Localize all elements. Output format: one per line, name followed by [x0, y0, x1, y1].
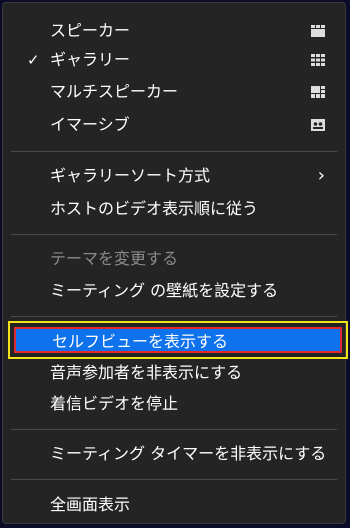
speaker-view-icon	[311, 25, 325, 37]
menu-item-hide-audio-participants[interactable]: 音声参加者を非表示にする	[3, 360, 345, 386]
menu-divider	[11, 234, 337, 235]
immersive-view-icon	[311, 119, 325, 131]
menu-item-label: 着信ビデオを停止	[50, 394, 179, 413]
menu-item-immersive[interactable]: イマーシブ	[3, 112, 345, 138]
menu-divider	[11, 479, 337, 480]
gallery-view-icon	[311, 54, 325, 66]
chevron-right-icon: ›	[317, 165, 325, 186]
menu-item-label: ギャラリーソート方式	[50, 166, 211, 185]
menu-item-fullscreen[interactable]: 全画面表示	[3, 492, 345, 518]
menu-item-set-wallpaper[interactable]: ミーティング の壁紙を設定する	[3, 278, 345, 304]
menu-item-speaker[interactable]: スピーカー	[3, 18, 345, 44]
menu-item-label: ホストのビデオ表示順に従う	[50, 199, 259, 218]
menu-item-label: ミーティング タイマーを非表示にする	[50, 444, 327, 463]
highlight-frame: セルフビューを表示する	[8, 321, 348, 359]
menu-item-hide-meeting-timer[interactable]: ミーティング タイマーを非表示にする	[3, 441, 345, 467]
menu-item-label: ミーティング の壁紙を設定する	[50, 281, 279, 300]
menu-item-gallery-sort[interactable]: ギャラリーソート方式 ›	[3, 163, 345, 189]
menu-divider	[11, 429, 337, 430]
menu-item-follow-host-order[interactable]: ホストのビデオ表示順に従う	[3, 196, 345, 222]
menu-item-label: セルフビューを表示する	[52, 332, 229, 351]
menu-item-gallery[interactable]: ✓ ギャラリー	[3, 47, 345, 73]
check-icon: ✓	[27, 51, 40, 69]
menu-item-label: ギャラリー	[50, 50, 131, 69]
menu-item-multi-speaker[interactable]: マルチスピーカー	[3, 79, 345, 105]
menu-item-label: イマーシブ	[50, 115, 130, 134]
menu-item-label: 全画面表示	[50, 495, 131, 514]
menu-item-label: マルチスピーカー	[50, 82, 179, 101]
menu-divider	[11, 151, 337, 152]
view-menu: スピーカー ✓ ギャラリー マルチスピーカー イマーシブ ギャラリーソート方式 …	[2, 2, 348, 524]
menu-item-label: テーマを変更する	[50, 249, 179, 268]
menu-divider	[11, 316, 337, 317]
menu-item-change-theme: テーマを変更する	[3, 246, 345, 272]
menu-item-label: 音声参加者を非表示にする	[50, 363, 243, 382]
multi-speaker-view-icon	[311, 86, 325, 98]
menu-item-stop-incoming-video[interactable]: 着信ビデオを停止	[3, 391, 345, 417]
menu-item-label: スピーカー	[50, 21, 131, 40]
menu-item-show-self-view[interactable]: セルフビューを表示する	[14, 327, 342, 353]
